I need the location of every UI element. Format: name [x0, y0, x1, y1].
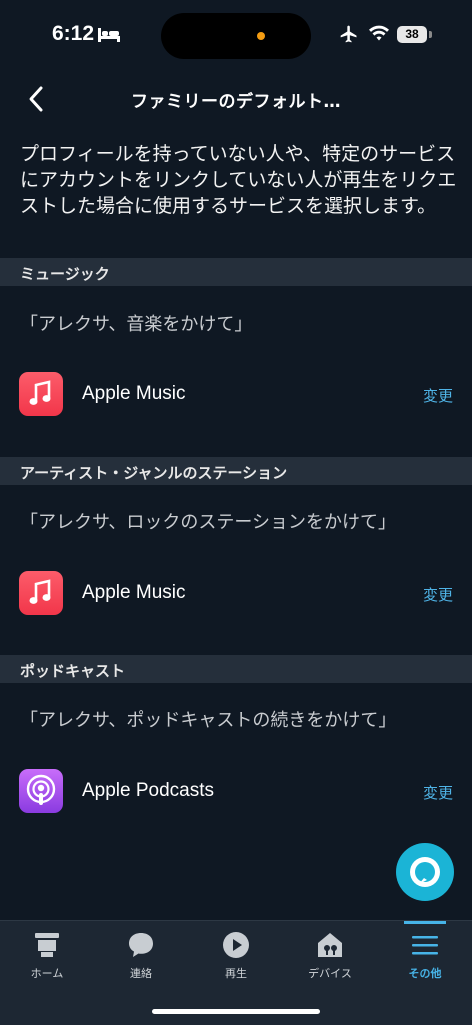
- example-phrase: 「アレクサ、ポッドキャストの続きをかけて」: [20, 710, 397, 731]
- change-button[interactable]: 変更: [423, 782, 453, 803]
- apple-music-icon: [19, 372, 63, 416]
- alexa-button[interactable]: [396, 843, 454, 901]
- wifi-icon: [369, 25, 389, 41]
- recording-indicator: [257, 32, 265, 40]
- alexa-icon: [410, 857, 440, 887]
- section-title: アーティスト・ジャンルのステーション: [20, 464, 288, 482]
- example-phrase: 「アレクサ、音楽をかけて」: [20, 314, 253, 335]
- page-description: プロフィールを持っていない人や、特定のサービスにアカウントをリンクしていない人が…: [20, 143, 457, 217]
- bed-icon: [98, 28, 120, 42]
- battery-tip: [429, 31, 432, 38]
- chat-bubble-icon: [129, 933, 153, 957]
- battery-level: 38: [397, 26, 427, 43]
- apple-podcasts-icon: [19, 769, 63, 813]
- tab-devices[interactable]: デバイス: [283, 921, 377, 991]
- section-header-podcasts: ポッドキャスト: [0, 655, 472, 683]
- change-button[interactable]: 変更: [423, 584, 453, 605]
- section-title: ポッドキャスト: [20, 662, 126, 680]
- active-tab-indicator: [404, 921, 446, 924]
- tab-label: ホーム: [30, 967, 64, 980]
- tab-label: デバイス: [308, 967, 352, 980]
- service-row-stations[interactable]: Apple Music 変更: [0, 571, 472, 617]
- service-name: Apple Music: [82, 582, 186, 603]
- airplane-mode-icon: [340, 25, 357, 43]
- service-row-music[interactable]: Apple Music 変更: [0, 372, 472, 418]
- apple-music-icon: [19, 571, 63, 615]
- change-button[interactable]: 変更: [423, 385, 453, 406]
- page-title: ファミリーのデフォルト…: [131, 92, 341, 112]
- dynamic-island: [161, 13, 311, 59]
- tab-label: その他: [408, 967, 442, 980]
- service-name: Apple Music: [82, 383, 186, 404]
- tab-label: 連絡: [130, 967, 152, 980]
- section-header-music: ミュージック: [0, 258, 472, 286]
- tab-more[interactable]: その他: [378, 921, 472, 991]
- home-icon: [35, 933, 59, 957]
- status-time: 6:12: [52, 22, 95, 45]
- section-title: ミュージック: [20, 265, 110, 283]
- tab-home[interactable]: ホーム: [0, 921, 94, 991]
- devices-icon: [318, 933, 342, 957]
- status-bar: 6:12 38: [0, 0, 472, 70]
- tab-play[interactable]: 再生: [189, 921, 283, 991]
- home-indicator: [152, 1009, 320, 1014]
- nav-header: ファミリーのデフォルト…: [0, 70, 472, 126]
- service-row-podcasts[interactable]: Apple Podcasts 変更: [0, 769, 472, 815]
- example-phrase: 「アレクサ、ロックのステーションをかけて」: [20, 512, 397, 533]
- tab-label: 再生: [225, 967, 247, 980]
- play-icon: [223, 932, 249, 958]
- section-header-stations: アーティスト・ジャンルのステーション: [0, 457, 472, 485]
- tab-communicate[interactable]: 連絡: [94, 921, 188, 991]
- service-name: Apple Podcasts: [82, 780, 215, 801]
- menu-icon: [412, 936, 438, 955]
